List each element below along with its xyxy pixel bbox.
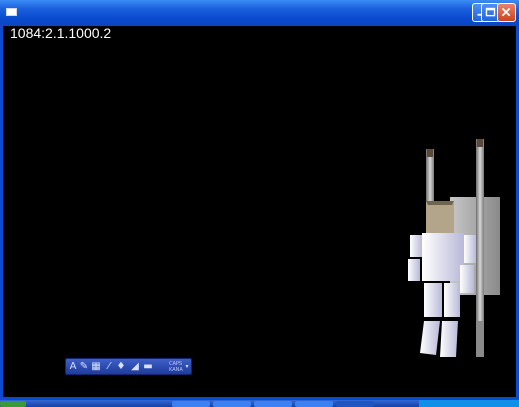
taskbar-item-1[interactable] <box>172 401 210 407</box>
taskbar-item-4[interactable] <box>295 401 333 407</box>
3d-scene-robot[interactable] <box>400 135 516 365</box>
close-icon <box>501 7 511 17</box>
system-tray[interactable] <box>419 400 519 407</box>
text-tool-icon[interactable]: A <box>68 361 78 373</box>
taskbar-item-3[interactable] <box>254 401 292 407</box>
start-button[interactable] <box>0 401 26 407</box>
version-overlay: 1084:2.1.1000.2 <box>10 25 112 41</box>
quick-launch[interactable] <box>30 401 160 407</box>
box-tool-icon[interactable]: ◢ <box>130 361 140 373</box>
taskbar-item-2[interactable] <box>213 401 251 407</box>
window-icon[interactable] <box>6 8 17 16</box>
taskbar[interactable] <box>0 400 519 407</box>
kana-indicator: KANA <box>169 367 183 373</box>
pin-tool-icon[interactable]: ♦ <box>116 361 126 373</box>
image-tool-icon[interactable]: ▦ <box>91 361 101 373</box>
language-bar-palette[interactable]: A ✎ ▦ ⁄ ♦ ◢ ▬ CAPS KANA ▾ <box>65 358 192 375</box>
close-button[interactable] <box>497 3 516 22</box>
brush-tool-icon[interactable]: ✎ <box>79 361 89 373</box>
taskbar-item-5[interactable] <box>336 401 374 407</box>
window-title-bar[interactable] <box>0 0 519 26</box>
screen-tool-icon[interactable]: ▬ <box>142 361 154 373</box>
wand-tool-icon[interactable]: ⁄ <box>104 361 114 373</box>
palette-options-icon[interactable]: ▾ <box>184 361 190 373</box>
